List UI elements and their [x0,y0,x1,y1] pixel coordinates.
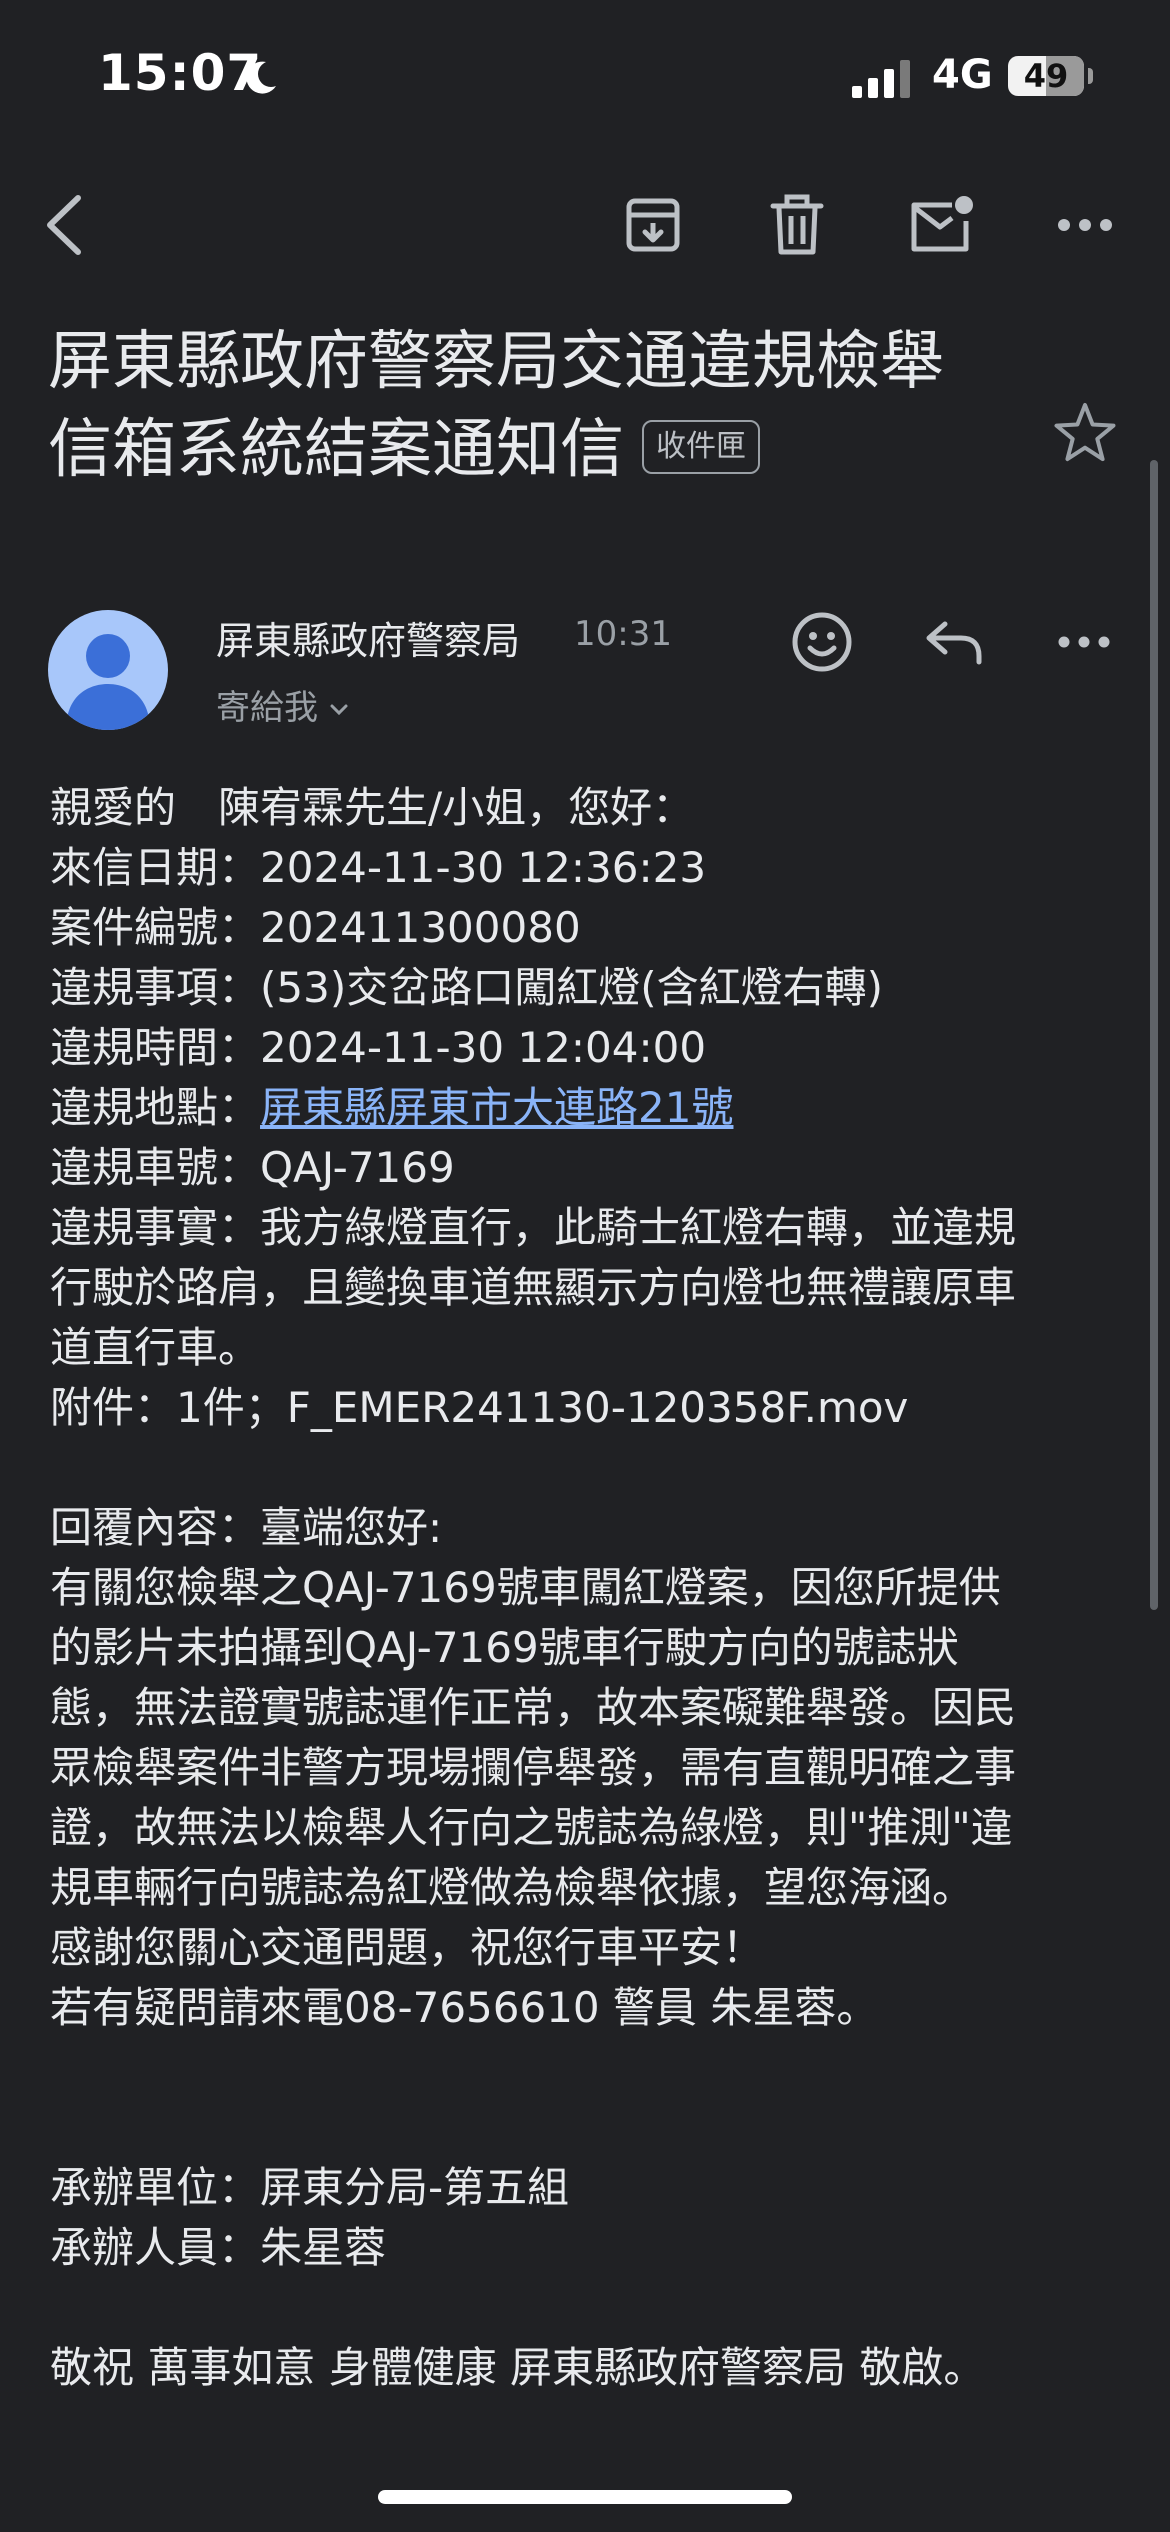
body-facts-2: 行駛於路肩，且變換車道無顯示方向燈也無禮讓原車 [50,1263,1017,1312]
body-facts-1: 違規事實：我方綠燈直行，此騎士紅燈右轉，並違規 [50,1203,1017,1252]
reply-line-4: 眾檢舉案件非警方現場攔停舉發，需有直觀明確之事 [50,1743,1017,1792]
subject-line-2: 信箱系統結案通知信 收件匣 [48,406,1028,494]
mark-unread-button[interactable] [896,180,986,270]
battery-tip [1088,68,1093,84]
location-link[interactable]: 屏東縣屏東市大連路21號 [260,1083,733,1132]
subject-line-2-text: 信箱系統結案通知信 [48,413,624,487]
body-unit: 承辦單位：屏東分局-第五組 [50,2163,570,2212]
reply-line-6: 規車輛行向號誌為紅燈做為檢舉依據，望您海涵。 [50,1863,975,1912]
body-date: 來信日期：2024-11-30 12:36:23 [50,843,707,892]
message-more-button[interactable] [1042,600,1126,684]
status-time: 15:07 [98,44,263,102]
body-officer: 承辦人員：朱星蓉 [50,2223,387,2272]
archive-button[interactable] [608,180,698,270]
home-indicator[interactable] [378,2490,792,2504]
battery-value: 49 [1023,57,1069,95]
reply-button[interactable] [912,600,996,684]
body-violation-time: 違規時間：2024-11-30 12:04:00 [50,1023,707,1072]
signal-icon [852,60,910,98]
avatar[interactable] [48,610,168,730]
recipient-label: 寄給我 [216,688,318,728]
mail-unread-icon [911,196,973,252]
more-horizontal-icon [1058,219,1112,231]
star-icon[interactable] [1052,400,1118,466]
emoji-icon [792,612,852,672]
react-button[interactable] [780,600,864,684]
reply-line-7: 感謝您關心交通問題，祝您行車平安！ [50,1923,765,1972]
moon-icon [246,61,276,94]
back-button[interactable] [22,180,112,270]
reply-line-8: 若有疑問請來電08-7656610 警員 朱星蓉。 [50,1983,879,2032]
sender-row: 屏東縣政府警察局 10:31 寄給我 [0,600,1170,740]
subject-line-1: 屏東縣政府警察局交通違規檢舉 [48,325,944,399]
status-bar: 15:07 4G 49 [0,0,1170,150]
reply-header: 回覆內容：臺端您好: [50,1503,443,1552]
archive-icon [626,198,680,252]
body-location: 違規地點：屏東縣屏東市大連路21號 [50,1078,1120,1138]
email-subject: 屏東縣政府警察局交通違規檢舉 信箱系統結案通知信 收件匣 [48,318,1028,494]
delete-button[interactable] [752,180,842,270]
reply-line-3: 態，無法證實號誌運作正常，故本案礙難舉發。因民 [50,1683,1017,1732]
sent-time: 10:31 [574,614,672,654]
reply-line-2: 的影片未拍攝到QAJ-7169號車行駛方向的號誌狀 [50,1623,959,1672]
trash-icon [770,194,824,255]
reply-line-5: 證，故無法以檢舉人行向之號誌為綠燈，則"推測"違 [50,1803,1013,1852]
inbox-label-chip[interactable]: 收件匣 [642,420,760,475]
scrollbar[interactable] [1150,460,1158,1610]
email-toolbar [0,180,1170,270]
email-body: 親愛的 陳宥霖先生/小姐，您好： 來信日期：2024-11-30 12:36:2… [50,778,1120,2398]
body-plate: 違規車號：QAJ-7169 [50,1143,455,1192]
body-case-number: 案件編號：202411300080 [50,903,581,952]
location-label: 違規地點： [50,1083,261,1132]
chevron-down-icon [330,704,348,715]
network-label: 4G [932,52,993,98]
body-closing: 敬祝 萬事如意 身體健康 屏東縣政府警察局 敬啟。 [50,2343,986,2392]
reply-line-1: 有關您檢舉之QAJ-7169號車闖紅燈案，因您所提供 [50,1563,1001,1612]
more-options-button[interactable] [1040,180,1130,270]
person-icon [66,634,150,730]
back-arrow-icon [47,195,81,255]
more-horizontal-icon [1058,636,1110,648]
body-violation-item: 違規事項：(53)交岔路口闖紅燈(含紅燈右轉) [50,963,883,1012]
body-attachment: 附件：1件；F_EMER241130-120358F.mov [50,1383,909,1432]
blank-lines [50,2038,1120,2158]
body-facts-3: 道直行車。 [50,1323,261,1372]
battery-indicator: 49 [1008,56,1084,96]
body-greeting: 親愛的 陳宥霖先生/小姐，您好： [50,783,695,832]
reply-icon [926,621,982,665]
recipient-toggle[interactable]: 寄給我 [216,680,350,729]
sender-name[interactable]: 屏東縣政府警察局 [216,610,520,665]
